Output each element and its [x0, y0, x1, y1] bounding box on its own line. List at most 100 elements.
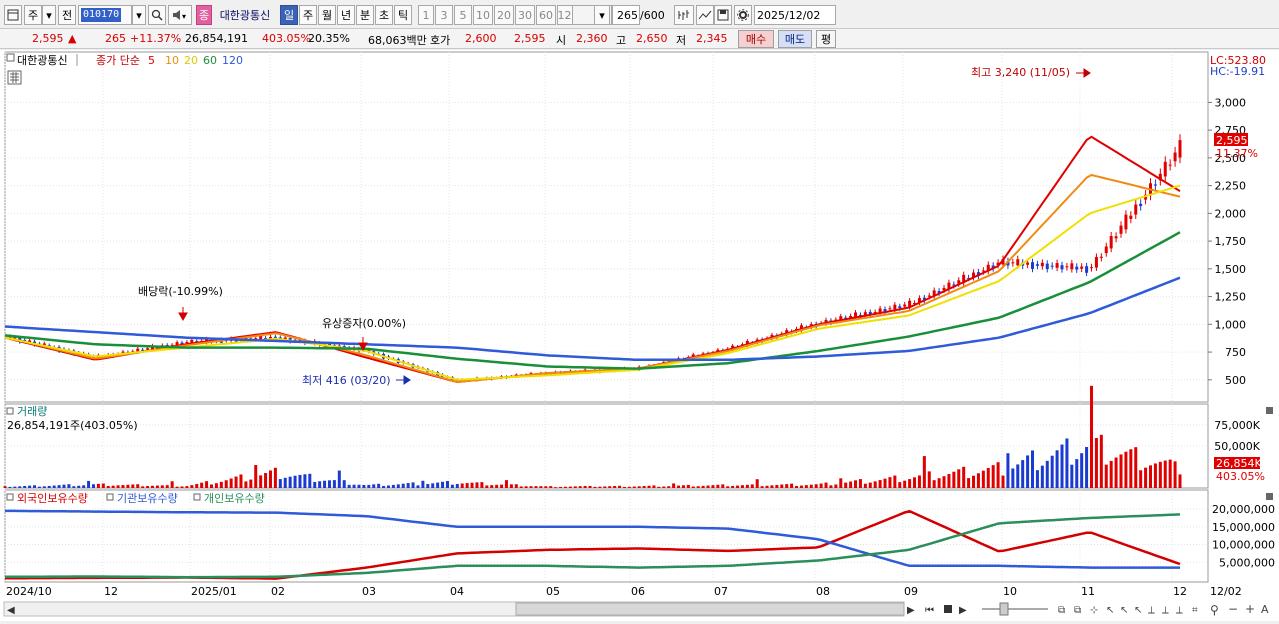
- candle-body: [185, 342, 189, 344]
- prev-button[interactable]: 전: [58, 5, 76, 25]
- type-select[interactable]: 주: [24, 5, 42, 25]
- period-2-button[interactable]: 월: [318, 5, 336, 25]
- volume-bar: [652, 485, 656, 488]
- eval-button[interactable]: 평: [816, 30, 836, 48]
- holdings-tick-label: 20,000,000: [1212, 503, 1275, 516]
- interval-30-button[interactable]: 30: [515, 5, 535, 25]
- interval-5-button[interactable]: 5: [454, 5, 472, 25]
- period-1-button[interactable]: 주: [299, 5, 317, 25]
- zoom-search-icon[interactable]: ⚲: [1210, 603, 1219, 617]
- volume-bar: [593, 486, 597, 488]
- search-icon[interactable]: [148, 5, 166, 25]
- segment-tool-icon[interactable]: ⟂: [1176, 605, 1183, 616]
- fib-tool-icon[interactable]: ⟂: [1148, 605, 1155, 616]
- volume-bar: [790, 483, 794, 488]
- layout-icon[interactable]: [4, 5, 22, 25]
- rights-annotation: 유상증자(0.00%): [322, 317, 406, 330]
- speaker-icon[interactable]: ▾: [168, 5, 192, 25]
- chart-type-icon[interactable]: [674, 5, 694, 25]
- legend-foreign: 외국인보유수량: [17, 492, 88, 505]
- volume-bar: [549, 486, 553, 488]
- high-annotation: 최고 3,240 (11/05): [971, 66, 1070, 79]
- count-dropdown-icon[interactable]: ▾: [594, 5, 610, 25]
- volume-bar: [126, 484, 130, 488]
- period-5-button[interactable]: 초: [375, 5, 393, 25]
- volume-bar: [514, 484, 518, 488]
- volume-bar: [1094, 438, 1098, 488]
- volume-bar: [799, 485, 803, 488]
- crosshair-icon[interactable]: ⊹: [1090, 605, 1098, 616]
- channel-tool-icon[interactable]: ⌗: [1192, 605, 1198, 616]
- candle-body: [1045, 263, 1049, 270]
- interval-20-button[interactable]: 20: [494, 5, 514, 25]
- period-0-button[interactable]: 일: [280, 5, 298, 25]
- chevron-down-icon[interactable]: ▾: [42, 5, 56, 25]
- price-tick-label: 500: [1225, 374, 1246, 387]
- volume-bar: [411, 482, 415, 488]
- volume-bar: [765, 485, 769, 488]
- volume-panel-close-icon[interactable]: [1266, 407, 1273, 414]
- volume-bar: [893, 475, 897, 488]
- buy-button[interactable]: 매수: [738, 30, 774, 48]
- volume-bar: [426, 484, 430, 488]
- interval-60-button[interactable]: 60: [536, 5, 556, 25]
- candle-body: [1065, 266, 1069, 268]
- count-input[interactable]: 265: [612, 5, 640, 25]
- sell-button[interactable]: 매도: [778, 30, 812, 48]
- interval-1-button[interactable]: 1: [418, 5, 434, 25]
- layout-tool-icon[interactable]: ⧉: [1058, 605, 1065, 616]
- volume-bar: [1109, 460, 1113, 488]
- pointer-tool-icon[interactable]: ↖: [1134, 605, 1142, 616]
- holdings-panel-close-icon[interactable]: [1266, 493, 1273, 500]
- line-tool-icon[interactable]: ↖: [1120, 605, 1128, 616]
- x-axis-label: 03: [362, 585, 376, 598]
- interval-3-button[interactable]: 3: [435, 5, 453, 25]
- zoom-in-icon[interactable]: +: [1245, 602, 1255, 616]
- rewind-icon[interactable]: ⏮: [925, 605, 934, 616]
- gear-icon[interactable]: [734, 5, 752, 25]
- chart-area[interactable]: 대한광통신 종가 단순 5 10 20 60 120 LC:523.80 HC:…: [0, 50, 1279, 621]
- ray-tool-icon[interactable]: ⟂: [1162, 605, 1169, 616]
- stock-code-input[interactable]: 010170: [78, 5, 132, 25]
- volume-bar: [406, 483, 410, 488]
- change-value: 265: [105, 32, 126, 45]
- period-4-button[interactable]: 분: [356, 5, 374, 25]
- interval-10-button[interactable]: 10: [473, 5, 493, 25]
- code-dropdown-icon[interactable]: ▾: [132, 5, 146, 25]
- volume-bar: [313, 481, 317, 488]
- volume-bar: [642, 486, 646, 488]
- scroll-right-icon[interactable]: ▶: [907, 605, 915, 616]
- candle-body: [1016, 259, 1020, 266]
- volume-bar: [268, 470, 272, 488]
- zoom-out-icon[interactable]: −: [1228, 602, 1238, 616]
- zoom-slider-thumb[interactable]: [999, 602, 1009, 616]
- date-input[interactable]: 2025/12/02: [754, 5, 836, 25]
- trendline-icon[interactable]: [696, 5, 714, 25]
- volume-bar: [662, 486, 666, 488]
- stop-icon[interactable]: [944, 605, 952, 613]
- volume-bar: [740, 485, 744, 488]
- x-axis-label: 09: [904, 585, 918, 598]
- volume-bar: [1124, 451, 1128, 488]
- save-icon[interactable]: [714, 5, 732, 25]
- volume-bar: [1153, 463, 1157, 488]
- cursor-tool-icon[interactable]: ↖: [1106, 605, 1114, 616]
- scroll-left-icon[interactable]: ◀: [7, 605, 15, 616]
- period-6-button[interactable]: 틱: [394, 5, 412, 25]
- stock-chart[interactable]: 대한광통신 종가 단순 5 10 20 60 120 LC:523.80 HC:…: [0, 50, 1279, 621]
- volume-bar: [1011, 468, 1015, 488]
- auto-scale-icon[interactable]: A: [1261, 603, 1269, 616]
- low-annotation: 최저 416 (03/20): [302, 374, 391, 387]
- scroll-thumb[interactable]: [515, 602, 905, 616]
- candle-body: [1119, 225, 1123, 234]
- volume-bar: [608, 486, 612, 488]
- play-icon[interactable]: ▶: [959, 605, 967, 616]
- volume-bar: [657, 486, 661, 488]
- volume-bar: [485, 485, 489, 488]
- volume-bar: [480, 482, 484, 488]
- volume-bar: [298, 474, 302, 488]
- candle-body: [1011, 262, 1015, 264]
- period-3-button[interactable]: 년: [337, 5, 355, 25]
- measure-tool-icon[interactable]: ⧉: [1074, 605, 1081, 616]
- volume-bar: [976, 473, 980, 488]
